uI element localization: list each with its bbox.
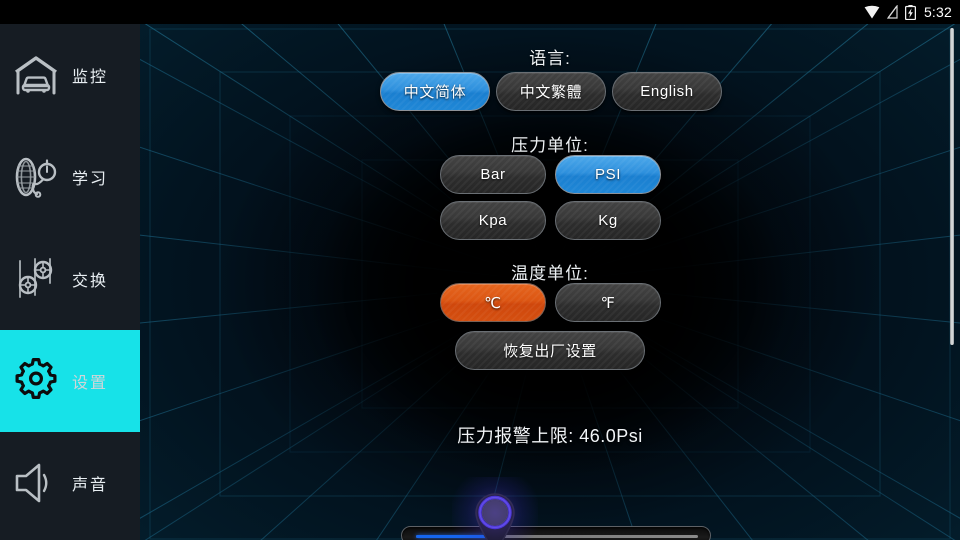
pressure-alarm-label: 压力报警上限: 46.0Psi xyxy=(457,426,643,446)
factory-reset-button[interactable]: 恢复出厂设置 xyxy=(455,331,645,370)
slider-thumb[interactable] xyxy=(452,477,538,540)
settings-content: 语言: 中文简体 中文繁體 English 压力单位: Bar PSI Kpa … xyxy=(140,24,960,540)
temperature-unit-section-label: 温度单位: xyxy=(511,264,589,283)
button-label: Bar xyxy=(480,166,506,183)
sidebar-item-label: 交换 xyxy=(72,273,109,290)
button-label: 中文繁體 xyxy=(519,84,583,101)
temperature-unit-option-fahrenheit[interactable]: ℉ xyxy=(555,283,661,322)
map-pin-thumb-icon xyxy=(475,493,515,540)
button-label: Kg xyxy=(598,212,618,229)
button-label: 恢复出厂设置 xyxy=(503,343,597,360)
sidebar-item-settings[interactable]: 设置 xyxy=(0,330,140,432)
signal-off-icon xyxy=(886,5,898,19)
sidebar-item-sound[interactable]: 声音 xyxy=(0,432,140,534)
slider-track[interactable] xyxy=(401,526,711,540)
button-label: ℃ xyxy=(484,294,502,312)
status-bar-clock: 5:32 xyxy=(923,4,952,20)
language-section-label: 语言: xyxy=(529,49,571,68)
temperature-unit-option-celsius[interactable]: ℃ xyxy=(440,283,546,322)
language-option-english[interactable]: English xyxy=(612,72,722,111)
button-label: English xyxy=(640,83,694,100)
app-root: 5:32 监控 学习 交换 设置 声音 语言: 中文简体 中文繁體 Englis… xyxy=(0,0,960,540)
sidebar-item-exchange[interactable]: 交换 xyxy=(0,228,140,330)
sidebar-item-label: 学习 xyxy=(72,171,109,188)
tire-gauge-icon xyxy=(0,156,72,198)
wheel-swap-icon xyxy=(0,257,72,301)
sidebar-item-label: 监控 xyxy=(72,69,109,86)
pressure-unit-option-kpa[interactable]: Kpa xyxy=(440,201,546,240)
button-label: PSI xyxy=(595,166,621,183)
button-label: 中文简体 xyxy=(403,84,467,101)
pressure-unit-option-kg[interactable]: Kg xyxy=(555,201,661,240)
sidebar-item-label: 声音 xyxy=(72,477,109,494)
garage-car-icon xyxy=(0,55,72,95)
sidebar: 监控 学习 交换 设置 声音 xyxy=(0,24,140,540)
pressure-unit-option-psi[interactable]: PSI xyxy=(555,155,661,194)
battery-charging-icon xyxy=(904,4,916,20)
sidebar-item-label: 设置 xyxy=(72,375,109,392)
speaker-icon xyxy=(0,462,72,504)
language-option-simplified-chinese[interactable]: 中文简体 xyxy=(380,72,490,111)
gear-icon xyxy=(0,358,72,404)
main-panel: 语言: 中文简体 中文繁體 English 压力单位: Bar PSI Kpa … xyxy=(140,24,960,540)
pressure-unit-section-label: 压力单位: xyxy=(511,136,589,155)
pressure-unit-option-bar[interactable]: Bar xyxy=(440,155,546,194)
wifi-icon xyxy=(864,5,880,19)
sidebar-item-monitor[interactable]: 监控 xyxy=(0,24,140,126)
sidebar-item-learning[interactable]: 学习 xyxy=(0,126,140,228)
vertical-scrollbar[interactable] xyxy=(950,28,954,345)
pressure-alarm-slider[interactable] xyxy=(140,477,960,540)
button-label: Kpa xyxy=(478,212,508,229)
button-label: ℉ xyxy=(600,294,616,312)
status-bar: 5:32 xyxy=(0,0,960,24)
language-option-traditional-chinese[interactable]: 中文繁體 xyxy=(496,72,606,111)
